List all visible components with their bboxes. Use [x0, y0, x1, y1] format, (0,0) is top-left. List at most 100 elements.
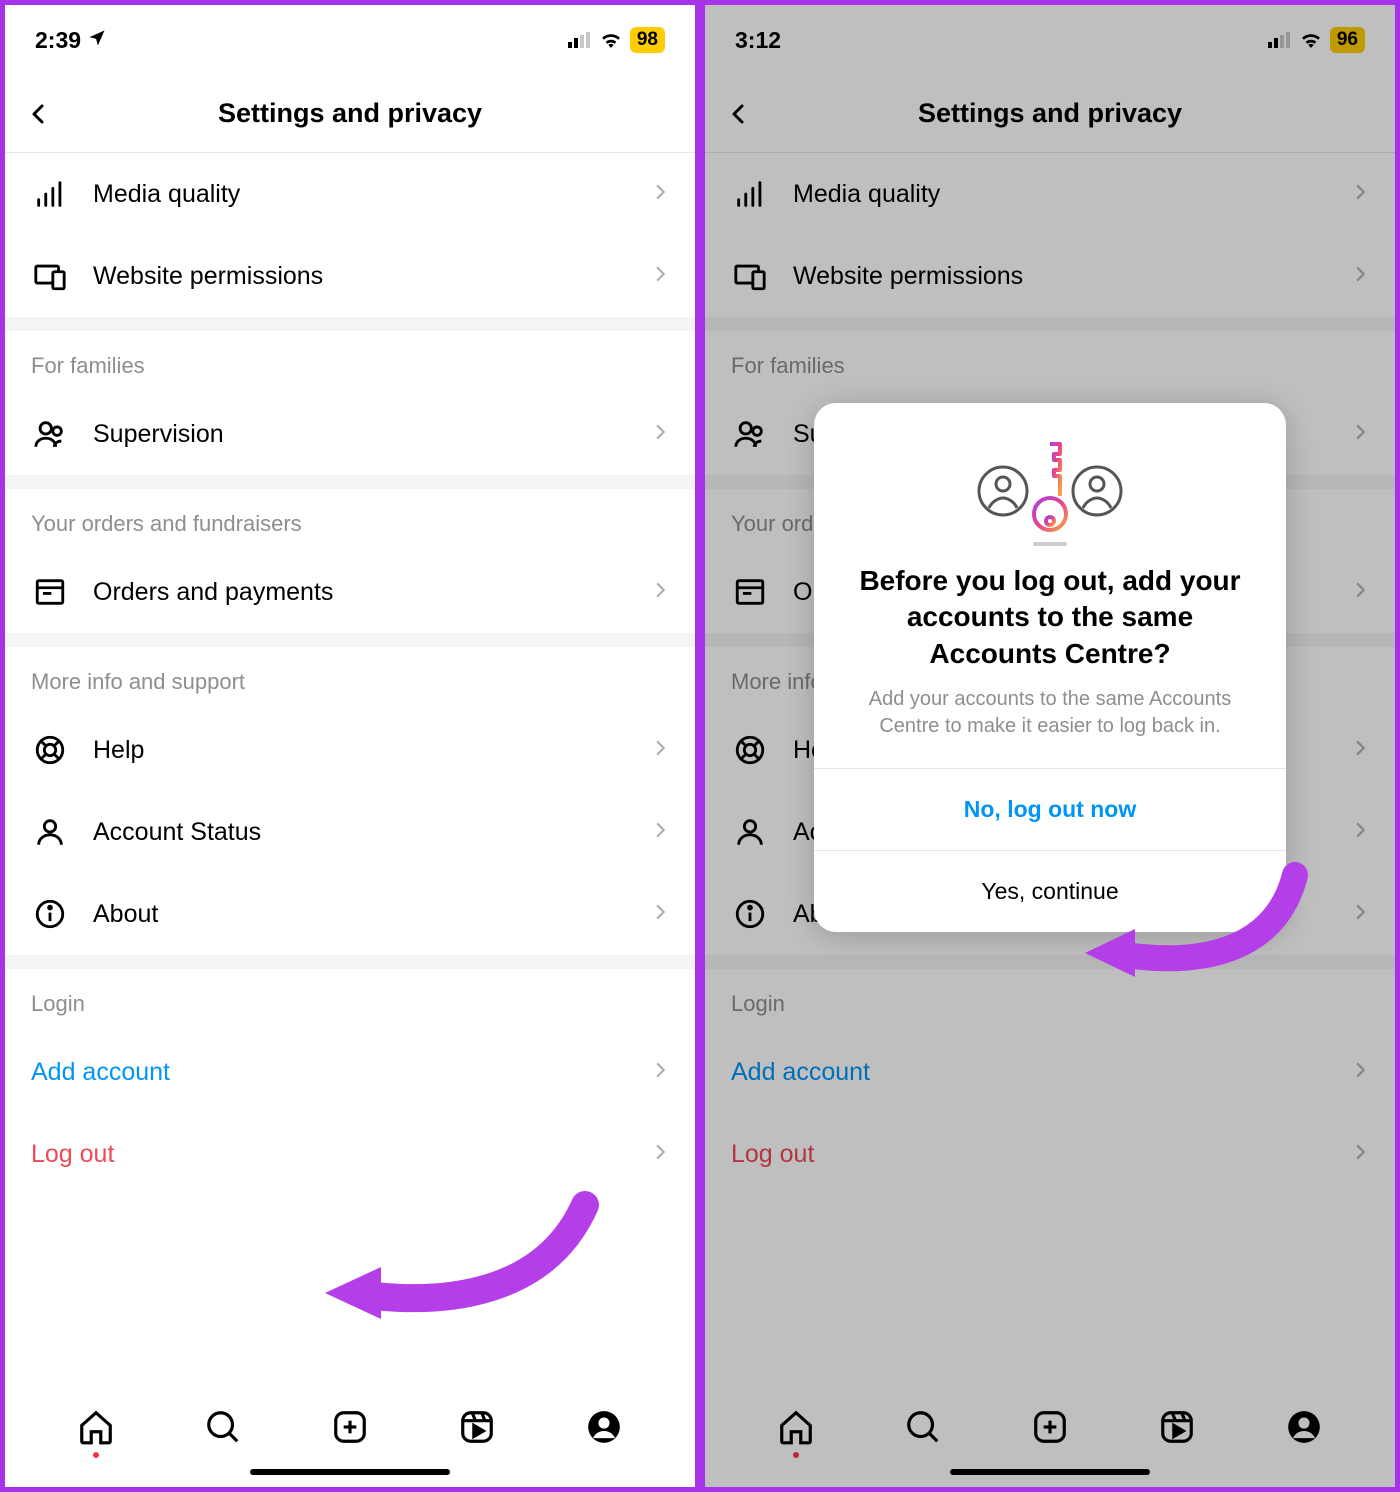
status-time: 2:39	[35, 27, 81, 54]
row-log-out[interactable]: Log out	[705, 1113, 1395, 1195]
row-label: About	[93, 900, 627, 929]
chevron-right-icon	[1351, 183, 1369, 206]
row-label: Media quality	[793, 180, 1327, 209]
chevron-right-icon	[1351, 739, 1369, 762]
location-icon	[87, 27, 107, 54]
battery-level: 98	[630, 27, 665, 53]
modal-continue-button[interactable]: Yes, continue	[814, 850, 1286, 932]
modal-description: Add your accounts to the same Accounts C…	[814, 672, 1286, 768]
row-label: Media quality	[93, 180, 627, 209]
row-label: Website permissions	[93, 262, 627, 291]
row-add-account[interactable]: Add account	[5, 1031, 695, 1113]
chevron-right-icon	[1351, 1143, 1369, 1166]
modal-logout-now-button[interactable]: No, log out now	[814, 768, 1286, 850]
section-login: Login	[5, 969, 695, 1031]
tab-search[interactable]	[202, 1406, 244, 1448]
people-icon	[731, 415, 769, 453]
tab-profile[interactable]	[1283, 1406, 1325, 1448]
home-indicator	[250, 1469, 450, 1475]
chevron-right-icon	[1351, 581, 1369, 604]
chevron-right-icon	[1351, 265, 1369, 288]
row-add-account[interactable]: Add account	[705, 1031, 1395, 1113]
info-icon	[31, 895, 69, 933]
status-bar: 2:39 98	[5, 5, 695, 75]
chevron-right-icon	[651, 1143, 669, 1166]
annotation-arrow	[325, 1185, 605, 1325]
row-label: Add account	[31, 1058, 651, 1087]
box-icon	[731, 573, 769, 611]
tab-home[interactable]	[775, 1406, 817, 1448]
tab-create[interactable]	[329, 1406, 371, 1448]
row-help[interactable]: Help	[5, 709, 695, 791]
row-website-permissions[interactable]: Website permissions	[5, 235, 695, 317]
row-log-out[interactable]: Log out	[5, 1113, 695, 1195]
tab-search[interactable]	[902, 1406, 944, 1448]
devices-icon	[31, 257, 69, 295]
row-media-quality[interactable]: Media quality	[705, 153, 1395, 235]
back-button[interactable]	[719, 94, 759, 134]
row-label: Orders and payments	[93, 578, 627, 607]
row-label: Supervision	[93, 420, 627, 449]
devices-icon	[731, 257, 769, 295]
chevron-right-icon	[651, 265, 669, 288]
person-icon	[31, 813, 69, 851]
person-icon	[731, 813, 769, 851]
row-label: Log out	[31, 1140, 651, 1169]
battery-level: 96	[1330, 27, 1365, 53]
tab-reels[interactable]	[1156, 1406, 1198, 1448]
cellular-icon	[568, 27, 592, 54]
wifi-icon	[600, 27, 622, 54]
row-about[interactable]: About	[5, 873, 695, 955]
cellular-icon	[1268, 27, 1292, 54]
back-button[interactable]	[19, 94, 59, 134]
chevron-right-icon	[651, 183, 669, 206]
section-orders: Your orders and fundraisers	[5, 489, 695, 551]
row-label: Website permissions	[793, 262, 1327, 291]
page-header: Settings and privacy	[705, 75, 1395, 153]
chevron-right-icon	[651, 581, 669, 604]
signal-bars-icon	[31, 175, 69, 213]
page-header: Settings and privacy	[5, 75, 695, 153]
chevron-right-icon	[651, 739, 669, 762]
row-website-permissions[interactable]: Website permissions	[705, 235, 1395, 317]
section-for-families: For families	[705, 331, 1395, 393]
row-label: Account Status	[93, 818, 627, 847]
tab-reels[interactable]	[456, 1406, 498, 1448]
page-title: Settings and privacy	[705, 98, 1395, 129]
row-media-quality[interactable]: Media quality	[5, 153, 695, 235]
chevron-right-icon	[1351, 423, 1369, 446]
accounts-key-icon	[814, 403, 1286, 563]
row-account-status[interactable]: Account Status	[5, 791, 695, 873]
section-moreinfo: More info and support	[5, 647, 695, 709]
info-icon	[731, 895, 769, 933]
section-for-families: For families	[5, 331, 695, 393]
chevron-right-icon	[1351, 1061, 1369, 1084]
row-supervision[interactable]: Supervision	[5, 393, 695, 475]
home-indicator	[950, 1469, 1150, 1475]
tab-bar	[705, 1377, 1395, 1487]
chevron-right-icon	[651, 821, 669, 844]
row-label: Log out	[731, 1140, 1351, 1169]
section-login: Login	[705, 969, 1395, 1031]
row-orders-payments[interactable]: Orders and payments	[5, 551, 695, 633]
tab-create[interactable]	[1029, 1406, 1071, 1448]
row-label: Add account	[731, 1058, 1351, 1087]
tab-bar	[5, 1377, 695, 1487]
box-icon	[31, 573, 69, 611]
status-time: 3:12	[735, 27, 781, 54]
signal-bars-icon	[731, 175, 769, 213]
help-icon	[731, 731, 769, 769]
status-bar: 3:12 96	[705, 5, 1395, 75]
tab-home[interactable]	[75, 1406, 117, 1448]
chevron-right-icon	[651, 1061, 669, 1084]
logout-modal: Before you log out, add your accounts to…	[814, 403, 1286, 932]
help-icon	[31, 731, 69, 769]
page-title: Settings and privacy	[5, 98, 695, 129]
tab-profile[interactable]	[583, 1406, 625, 1448]
row-label: Help	[93, 736, 627, 765]
chevron-right-icon	[651, 903, 669, 926]
chevron-right-icon	[1351, 903, 1369, 926]
people-icon	[31, 415, 69, 453]
chevron-right-icon	[651, 423, 669, 446]
modal-title: Before you log out, add your accounts to…	[814, 563, 1286, 672]
